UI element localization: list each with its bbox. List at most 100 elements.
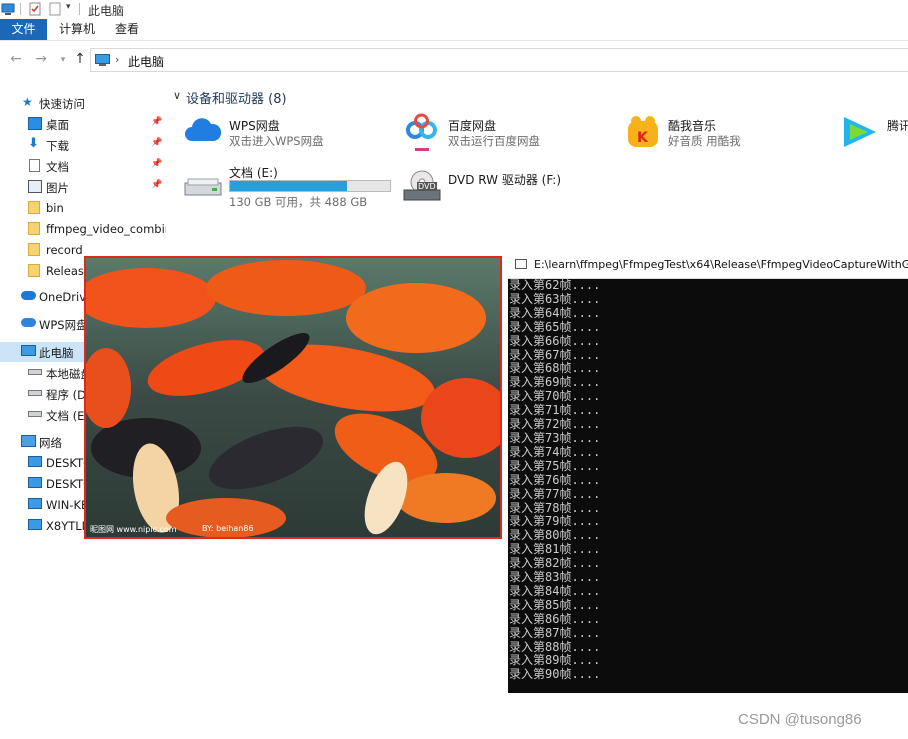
folder-icon — [28, 201, 40, 214]
hard-drive-icon — [184, 178, 222, 196]
drive-usage-bar — [229, 180, 391, 192]
console-line: 录入第68帧.... — [509, 361, 601, 376]
console-line: 录入第87帧.... — [509, 625, 601, 640]
console-window[interactable]: E:\learn\ffmpeg\FfmpegTest\x64\Release\F… — [508, 251, 908, 693]
watermark: CSDN @tusong86 — [738, 711, 862, 728]
console-line: 录入第76帧.... — [509, 472, 601, 487]
console-line: 录入第72帧.... — [509, 417, 601, 432]
console-line: 录入第73帧.... — [509, 430, 601, 445]
document-icon — [29, 159, 40, 172]
video-caption-mid: BY: beihan86 — [202, 524, 254, 533]
console-app-icon — [515, 259, 527, 269]
quick-access-dropdown-icon[interactable]: ▾ — [66, 2, 71, 12]
kuwo-music-icon: K — [628, 116, 658, 147]
breadcrumb-this-pc[interactable]: 此电脑 — [128, 53, 164, 70]
pin-icon[interactable]: 📌 — [151, 159, 162, 169]
device-tencent-video[interactable]: 腾讯 — [840, 113, 908, 153]
recent-locations-icon[interactable]: ▾ — [55, 55, 71, 65]
device-kuwo-music[interactable]: K 酷我音乐 好音质 用酷我 — [625, 113, 825, 153]
console-line: 录入第90帧.... — [509, 667, 601, 682]
console-line: 录入第69帧.... — [509, 375, 601, 390]
console-line: 录入第81帧.... — [509, 542, 601, 557]
svg-text:K: K — [637, 130, 649, 146]
console-line: 录入第64帧.... — [509, 305, 601, 320]
sidebar-item-downloads[interactable]: ⬇ 下载 📌 — [0, 135, 166, 155]
address-bar[interactable]: › 此电脑 — [90, 48, 908, 72]
console-line: 录入第66帧.... — [509, 333, 601, 348]
console-line: 录入第77帧.... — [509, 486, 601, 501]
device-wps-drive[interactable]: WPS网盘 双击进入WPS网盘 — [184, 113, 394, 153]
console-line: 录入第80帧.... — [509, 528, 601, 543]
sidebar-item-quick-access[interactable]: ★ 快速访问 — [0, 93, 166, 113]
star-icon: ★ — [22, 95, 33, 109]
console-line: 录入第62帧.... — [509, 278, 601, 292]
tencent-video-icon — [844, 117, 876, 147]
monitor-icon — [28, 498, 42, 509]
drive-icon — [28, 390, 42, 396]
koi-fish-video-frame — [86, 258, 500, 537]
window-title: 此电脑 — [88, 4, 125, 18]
console-line: 录入第83帧.... — [509, 570, 601, 585]
tab-file[interactable]: 文件 — [0, 19, 47, 40]
sidebar-item-bin[interactable]: bin — [0, 198, 166, 218]
console-line: 录入第63帧.... — [509, 291, 601, 306]
sidebar-item-documents[interactable]: 文档 📌 — [0, 156, 166, 176]
pin-icon[interactable]: 📌 — [151, 138, 162, 148]
console-title: E:\learn\ffmpeg\FfmpegTest\x64\Release\F… — [534, 258, 908, 271]
device-docs-e-drive[interactable]: 文档 (E:) 130 GB 可用，共 488 GB — [184, 163, 396, 209]
monitor-icon — [28, 519, 42, 530]
console-line: 录入第84帧.... — [509, 583, 601, 598]
device-baidu-drive[interactable]: 百度网盘 双击运行百度网盘 — [403, 113, 613, 153]
section-collapse-icon[interactable]: ∨ — [173, 89, 181, 102]
pin-icon[interactable]: 📌 — [151, 117, 162, 127]
cloud-icon — [21, 291, 36, 300]
video-preview-window: 昵图网 www.nipic.com BY: beihan86 — [84, 256, 502, 539]
tab-computer[interactable]: 计算机 — [52, 19, 102, 40]
properties-icon[interactable] — [28, 2, 42, 16]
wps-cloud-icon — [21, 318, 36, 327]
console-output: 录入第62帧.... 录入第63帧.... 录入第64帧.... 录入第65帧....… — [509, 278, 601, 682]
address-toolbar: ← → ▾ ↑ › 此电脑 — [0, 46, 908, 74]
console-line: 录入第75帧.... — [509, 458, 601, 473]
console-line: 录入第89帧.... — [509, 653, 601, 668]
folder-icon — [28, 222, 40, 235]
pin-icon[interactable]: 📌 — [151, 180, 162, 190]
wps-cloud-icon — [185, 118, 222, 141]
drive-icon — [28, 369, 42, 375]
console-line: 录入第70帧.... — [509, 389, 601, 404]
folder-icon — [28, 243, 40, 256]
breadcrumb-chevron-icon[interactable]: › — [115, 53, 119, 66]
tab-view[interactable]: 查看 — [106, 19, 148, 40]
sidebar-item-pictures[interactable]: 图片 📌 — [0, 177, 166, 197]
console-line: 录入第71帧.... — [509, 403, 601, 418]
baidu-drive-icon — [406, 113, 437, 151]
console-line: 录入第88帧.... — [509, 639, 601, 654]
console-line: 录入第86帧.... — [509, 611, 601, 626]
ribbon-tabs: 文件 计算机 查看 — [0, 19, 908, 41]
back-button[interactable]: ← — [8, 51, 24, 67]
console-line: 录入第82帧.... — [509, 556, 601, 571]
monitor-icon — [28, 456, 42, 467]
console-line: 录入第74帧.... — [509, 444, 601, 459]
console-line: 录入第67帧.... — [509, 347, 601, 362]
video-caption-left: 昵图网 www.nipic.com — [90, 525, 177, 534]
sidebar-item-desktop[interactable]: 桌面 📌 — [0, 114, 166, 134]
network-icon — [21, 435, 36, 447]
section-title: 设备和驱动器 (8) — [186, 92, 287, 107]
console-title-bar[interactable]: E:\learn\ffmpeg\FfmpegTest\x64\Release\F… — [508, 251, 908, 279]
device-dvd-drive[interactable]: DVD DVD RW 驱动器 (F:) — [403, 163, 603, 209]
folder-icon — [28, 264, 40, 277]
drive-icon — [28, 411, 42, 417]
console-line: 录入第79帧.... — [509, 514, 601, 529]
pc-icon — [95, 54, 110, 66]
title-bar: ▾ 此电脑 — [0, 0, 908, 19]
computer-icon — [1, 3, 15, 15]
forward-button[interactable]: → — [33, 51, 49, 67]
sidebar-item-ffmpeg-video-combine[interactable]: ffmpeg_video_combine- — [0, 219, 166, 239]
new-folder-icon[interactable] — [48, 2, 62, 16]
up-button[interactable]: ↑ — [72, 51, 88, 67]
drive-usage-fill — [230, 181, 347, 191]
dvd-badge: DVD — [417, 182, 437, 191]
console-line: 录入第85帧.... — [509, 597, 601, 612]
picture-icon — [28, 180, 42, 193]
